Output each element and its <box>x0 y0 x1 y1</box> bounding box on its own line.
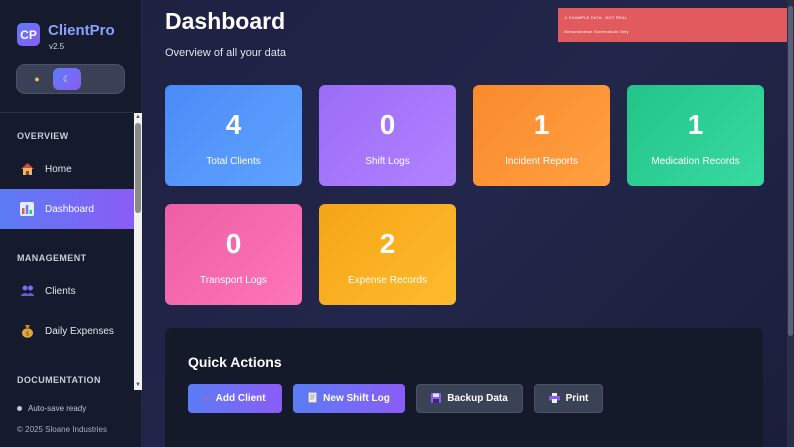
autosave-status-text: Auto-save ready <box>28 404 87 413</box>
status-dot-icon <box>17 406 22 411</box>
new-shift-log-button[interactable]: New Shift Log <box>293 384 405 413</box>
example-data-banner: ⚠ EXAMPLE DATA - NOT REAL Demonstration … <box>558 8 787 42</box>
stat-value: 1 <box>687 109 704 140</box>
stat-label: Incident Reports <box>505 156 578 167</box>
button-label: Backup Data <box>447 393 508 404</box>
copyright: © 2025 Sloane Industries <box>17 425 107 434</box>
bar-chart-icon <box>19 201 35 217</box>
main-scrollbar[interactable] <box>787 0 794 447</box>
money-bag-icon: $ <box>19 323 35 339</box>
stat-card-expense-records[interactable]: 2 Expense Records <box>319 204 456 305</box>
stat-label: Medication Records <box>651 156 740 167</box>
sidebar-item-daily-expenses[interactable]: $ Daily Expenses <box>0 311 134 351</box>
brand[interactable]: CP ClientPro v2.5 <box>17 23 115 51</box>
stat-value: 4 <box>225 109 242 140</box>
scroll-down-icon[interactable]: ▼ <box>135 382 141 388</box>
button-label: New Shift Log <box>323 393 390 404</box>
nav-section-documentation: DOCUMENTATION <box>17 375 101 385</box>
stat-card-transport-logs[interactable]: 0 Transport Logs <box>165 204 302 305</box>
sidebar-scrollbar[interactable]: ▲ ▼ <box>134 113 142 390</box>
stat-value: 1 <box>533 109 550 140</box>
floppy-disk-icon <box>431 392 442 405</box>
sun-icon[interactable]: ● <box>23 68 51 90</box>
scroll-up-icon[interactable]: ▲ <box>135 114 141 120</box>
sidebar-scroll-thumb[interactable] <box>135 123 141 213</box>
app-logo: CP <box>17 23 40 46</box>
plus-icon: + <box>204 393 210 404</box>
stat-label: Expense Records <box>348 275 427 286</box>
banner-line-2: Demonstration Screenshots Only <box>564 29 629 34</box>
sidebar-item-label: Home <box>45 163 72 175</box>
backup-data-button[interactable]: Backup Data <box>416 384 523 413</box>
stat-card-total-clients[interactable]: 4 Total Clients <box>165 85 302 186</box>
main-scroll-thumb[interactable] <box>788 6 793 336</box>
stat-value: 0 <box>225 228 242 259</box>
button-label: Print <box>565 393 589 404</box>
people-icon <box>19 283 35 299</box>
button-label: Add Client <box>215 393 266 404</box>
quick-actions-title: Quick Actions <box>188 354 282 370</box>
sidebar: CP ClientPro v2.5 ● ☾ OVERVIEW Home Dash… <box>0 0 142 447</box>
print-button[interactable]: Print <box>534 384 603 413</box>
stat-value: 2 <box>379 228 396 259</box>
stat-value: 0 <box>379 109 396 140</box>
stat-card-incident-reports[interactable]: 1 Incident Reports <box>473 85 610 186</box>
quick-actions-panel: Quick Actions + Add Client New Shift Log… <box>165 328 763 447</box>
stat-label: Shift Logs <box>365 156 410 167</box>
sidebar-item-home[interactable]: Home <box>0 149 134 189</box>
main-content: Dashboard Overview of all your data ⚠ EX… <box>142 0 787 447</box>
sidebar-nav: OVERVIEW Home Dashboard MANAGEMENT Clien… <box>0 113 134 390</box>
moon-icon[interactable]: ☾ <box>53 68 81 90</box>
add-client-button[interactable]: + Add Client <box>188 384 282 413</box>
sidebar-item-label: Clients <box>45 285 76 297</box>
sidebar-item-clients[interactable]: Clients <box>0 271 134 311</box>
printer-icon <box>548 392 560 405</box>
page-subtitle: Overview of all your data <box>165 47 287 59</box>
stat-card-shift-logs[interactable]: 0 Shift Logs <box>319 85 456 186</box>
document-icon <box>308 392 317 405</box>
stat-label: Transport Logs <box>200 275 267 286</box>
app-name: ClientPro <box>48 22 115 39</box>
sidebar-item-label: Daily Expenses <box>45 325 114 337</box>
nav-section-management: MANAGEMENT <box>17 253 87 263</box>
banner-line-1: ⚠ EXAMPLE DATA - NOT REAL <box>564 15 628 20</box>
house-icon <box>19 161 35 177</box>
stat-label: Total Clients <box>206 156 261 167</box>
app-version: v2.5 <box>49 42 65 51</box>
sidebar-item-dashboard[interactable]: Dashboard <box>0 189 134 229</box>
theme-toggle[interactable]: ● ☾ <box>16 64 125 94</box>
svg-text:$: $ <box>25 331 29 338</box>
page-title: Dashboard <box>165 8 286 34</box>
stat-card-medication-records[interactable]: 1 Medication Records <box>627 85 764 186</box>
sidebar-item-label: Dashboard <box>45 203 94 215</box>
autosave-status: Auto-save ready <box>17 404 86 413</box>
nav-section-overview: OVERVIEW <box>17 131 69 141</box>
